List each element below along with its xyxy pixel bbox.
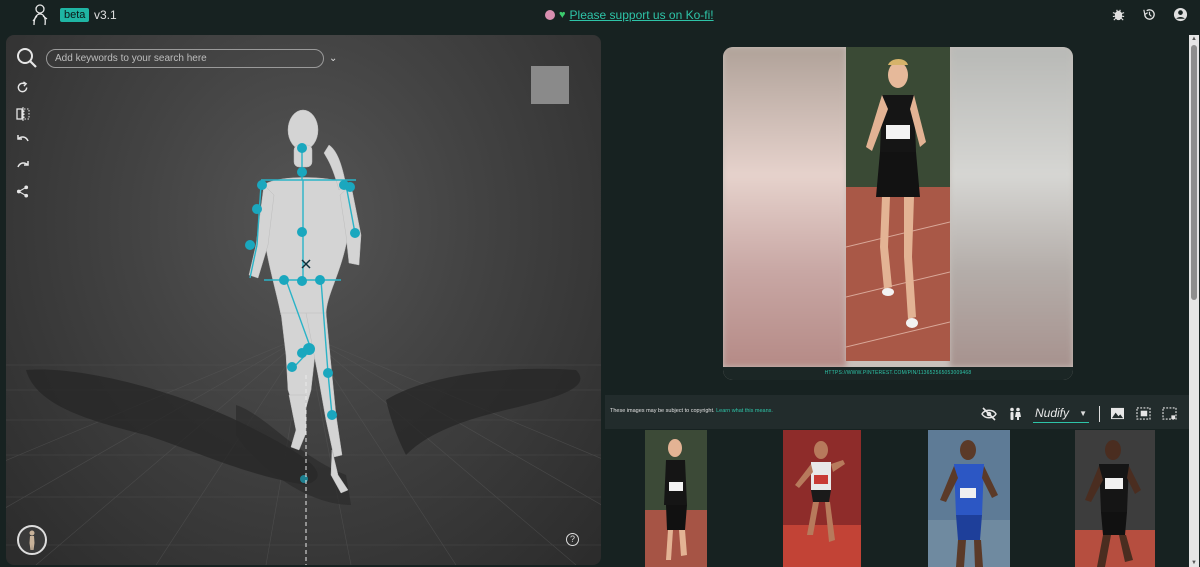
reset-icon[interactable] (16, 81, 30, 97)
source-url[interactable]: HTTPS://WWW.PINTEREST.COM/PIN/1136525650… (723, 367, 1073, 380)
blurred-image-left (723, 47, 846, 367)
result-thumbnail[interactable] (1075, 430, 1155, 567)
runner-photo (846, 47, 950, 361)
scrollbar[interactable]: ▲ ▼ (1189, 35, 1199, 567)
redo-icon[interactable] (16, 159, 30, 175)
kofi-link[interactable]: Please support us on Ko-fi! (570, 8, 714, 22)
visibility-off-icon[interactable] (981, 406, 997, 421)
results-toolbar: These images may be subject to copyright… (605, 395, 1189, 429)
result-thumbnail[interactable] (783, 430, 861, 567)
scroll-down-icon[interactable]: ▼ (1191, 560, 1197, 566)
logo-icon[interactable] (28, 3, 50, 27)
floor-grid (6, 109, 601, 565)
filter-select[interactable]: Nudify ▼ (1033, 404, 1089, 423)
background-color-swatch[interactable] (531, 66, 569, 104)
image-icon[interactable] (1110, 407, 1126, 421)
bug-icon[interactable] (1111, 7, 1126, 22)
editor-toolbar (16, 81, 30, 201)
dropdown-arrow-icon: ▼ (1079, 408, 1087, 418)
result-thumbnail[interactable] (645, 430, 707, 567)
scroll-up-icon[interactable]: ▲ (1191, 36, 1197, 42)
version-label: v3.1 (94, 8, 117, 22)
search-icon[interactable] (16, 47, 38, 69)
pose-editor-canvas[interactable]: ⌄ ? (6, 35, 601, 565)
filter-value: Nudify (1035, 406, 1070, 420)
people-icon[interactable] (1007, 407, 1023, 421)
result-thumbnail[interactable] (928, 430, 1010, 567)
undo-icon[interactable] (16, 133, 30, 149)
share-icon[interactable] (16, 185, 30, 201)
model-select-button[interactable] (17, 525, 47, 555)
heart-icon: ♥ (559, 9, 566, 21)
search-bar: ⌄ (16, 47, 337, 69)
top-bar: beta v3.1 ♥ Please support us on Ko-fi! (0, 0, 1200, 30)
scrollbar-thumb[interactable] (1191, 45, 1197, 300)
crop-partial-icon[interactable] (1136, 406, 1152, 421)
crop-corner-icon[interactable] (1162, 406, 1178, 421)
support-banner: ♥ Please support us on Ko-fi! (545, 8, 714, 22)
account-icon[interactable] (1173, 7, 1188, 22)
search-input[interactable] (46, 48, 324, 68)
mirror-icon[interactable] (16, 107, 30, 123)
copyright-text: These images may be subject to copyright… (610, 408, 715, 414)
coffee-icon (545, 10, 555, 20)
help-button[interactable]: ? (566, 533, 579, 546)
results-grid (605, 430, 1189, 567)
blurred-image-right (950, 47, 1073, 367)
beta-badge: beta (60, 8, 90, 22)
copyright-link[interactable]: Learn what this means. (716, 408, 773, 414)
results-panel: HTTPS://WWW.PINTEREST.COM/PIN/1136525650… (605, 35, 1200, 567)
history-icon[interactable] (1142, 7, 1157, 22)
toolbar-divider (1099, 405, 1100, 422)
selected-reference-image[interactable]: HTTPS://WWW.PINTEREST.COM/PIN/1136525650… (723, 47, 1073, 380)
chevron-down-icon[interactable]: ⌄ (329, 53, 337, 64)
figure-icon (29, 530, 35, 550)
copyright-notice: These images may be subject to copyright… (610, 408, 773, 414)
